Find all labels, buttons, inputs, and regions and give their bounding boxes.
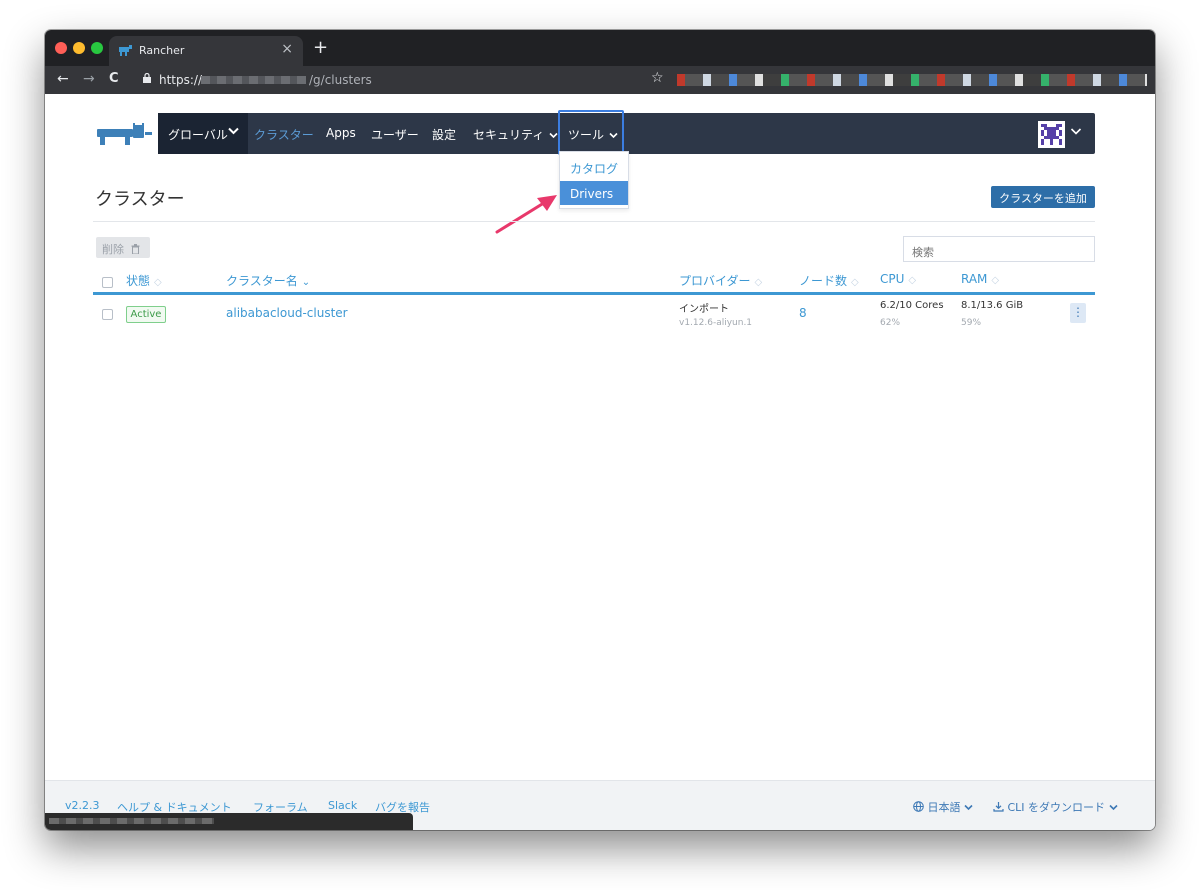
nav-security[interactable]: セキュリティ	[473, 126, 558, 143]
tab-close-icon[interactable]: ×	[281, 41, 293, 57]
node-count-link[interactable]: 8	[799, 306, 807, 320]
address-bar[interactable]: https:// /g/clusters	[135, 70, 675, 90]
th-cpu-label: CPU	[880, 272, 905, 286]
lock-icon	[143, 73, 151, 83]
rancher-logo	[97, 123, 152, 145]
nav-apps[interactable]: Apps	[326, 126, 356, 140]
cli-download[interactable]: CLI をダウンロード	[993, 799, 1118, 815]
star-icon[interactable]: ☆	[651, 70, 664, 86]
tab-title: Rancher	[139, 44, 185, 57]
chevron-down-icon[interactable]	[1070, 127, 1082, 136]
logo-container[interactable]	[93, 113, 158, 154]
row-checkbox[interactable]	[102, 309, 113, 320]
language-selector[interactable]: 日本語	[913, 799, 973, 815]
delete-button[interactable]: 削除	[96, 237, 150, 258]
sort-active-icon: ⌄	[301, 277, 311, 288]
page-title: クラスター	[95, 189, 185, 210]
annotation-arrow	[495, 195, 557, 234]
provider-version: v1.12.6-aliyun.1	[679, 318, 753, 328]
menu-item-catalog[interactable]: カタログ	[560, 154, 628, 178]
tools-dropdown: カタログ Drivers	[559, 151, 629, 209]
back-button[interactable]: ←	[57, 71, 69, 87]
forward-button[interactable]: →	[83, 71, 95, 87]
nav-users[interactable]: ユーザー	[371, 126, 419, 143]
tools-highlight	[558, 110, 624, 155]
new-tab-button[interactable]: +	[313, 37, 328, 58]
sort-icon: ◇	[991, 275, 1000, 286]
th-cluster-name-label: クラスター名	[226, 274, 298, 288]
browser-status-bar	[45, 813, 413, 830]
cli-label: CLI をダウンロード	[1007, 801, 1106, 814]
table-header-rule	[93, 292, 1095, 295]
search-input[interactable]	[903, 236, 1095, 262]
kebab-icon[interactable]: ⋮	[1070, 303, 1086, 323]
sort-icon: ◇	[754, 277, 763, 288]
th-ram-label: RAM	[961, 272, 988, 286]
th-ram[interactable]: RAM ◇	[961, 272, 999, 286]
footer-slack-link[interactable]: Slack	[328, 799, 357, 812]
extensions-bar[interactable]	[677, 74, 1147, 86]
th-provider-label: プロバイダー	[679, 274, 751, 288]
th-state[interactable]: 状態 ◇	[126, 272, 162, 289]
browser-toolbar: ← → C https:// /g/clusters ☆	[45, 66, 1155, 94]
chevron-down-icon	[228, 127, 239, 135]
url-scheme: https://	[159, 73, 203, 87]
nav-settings[interactable]: 設定	[432, 126, 456, 143]
th-cluster-name[interactable]: クラスター名 ⌄	[226, 272, 310, 289]
sort-icon: ◇	[851, 277, 859, 288]
tab-strip: Rancher × +	[45, 30, 1155, 66]
browser-window: Rancher × + ← → C https:// /g/clusters ☆	[45, 30, 1155, 830]
sort-icon: ◇	[154, 277, 162, 288]
chevron-down-icon	[964, 804, 973, 811]
th-nodes-label: ノード数	[799, 274, 848, 288]
maximize-window-button[interactable]	[91, 42, 103, 54]
cpu-percent: 62%	[880, 318, 901, 328]
url-path: /g/clusters	[309, 73, 372, 87]
divider	[93, 221, 1095, 222]
delete-label: 削除	[102, 243, 124, 256]
global-scope-selector[interactable]: グローバル	[158, 113, 248, 154]
avatar[interactable]	[1038, 121, 1065, 148]
cluster-name-link[interactable]: alibabacloud-cluster	[226, 306, 348, 320]
globe-icon	[913, 801, 924, 812]
status-url-redacted	[49, 818, 214, 824]
th-provider[interactable]: プロバイダー ◇	[679, 272, 762, 289]
language-label: 日本語	[927, 801, 961, 814]
add-cluster-button[interactable]: クラスターを追加	[991, 186, 1095, 208]
chevron-down-icon	[1108, 804, 1118, 811]
nav-security-label: セキュリティ	[473, 128, 545, 142]
trash-icon	[131, 244, 139, 255]
cpu-value: 6.2/10 Cores	[880, 300, 944, 311]
provider-name: インポート	[679, 304, 729, 315]
th-cpu[interactable]: CPU ◇	[880, 272, 916, 286]
menu-item-drivers[interactable]: Drivers	[560, 181, 628, 205]
ram-percent: 59%	[961, 318, 982, 328]
sort-icon: ◇	[908, 275, 917, 286]
close-window-button[interactable]	[55, 42, 67, 54]
th-state-label: 状態	[126, 274, 151, 288]
rancher-favicon-icon	[119, 45, 132, 56]
status-badge: Active	[126, 306, 166, 323]
ram-value: 8.1/13.6 GiB	[961, 300, 1024, 311]
app-header: グローバル クラスター Apps ユーザー 設定 セキュリティ ツール	[93, 110, 1095, 155]
download-icon	[993, 802, 1004, 812]
nav-clusters[interactable]: クラスター	[254, 126, 314, 143]
minimize-window-button[interactable]	[73, 42, 85, 54]
select-all-checkbox[interactable]	[102, 277, 113, 288]
reload-button[interactable]: C	[109, 71, 119, 86]
footer-version[interactable]: v2.2.3	[65, 799, 100, 812]
chevron-down-icon	[549, 132, 558, 139]
th-nodes[interactable]: ノード数 ◇	[799, 272, 859, 289]
browser-tab[interactable]: Rancher ×	[109, 36, 303, 66]
global-label: グローバル	[168, 128, 228, 142]
url-redacted-host	[201, 76, 306, 84]
